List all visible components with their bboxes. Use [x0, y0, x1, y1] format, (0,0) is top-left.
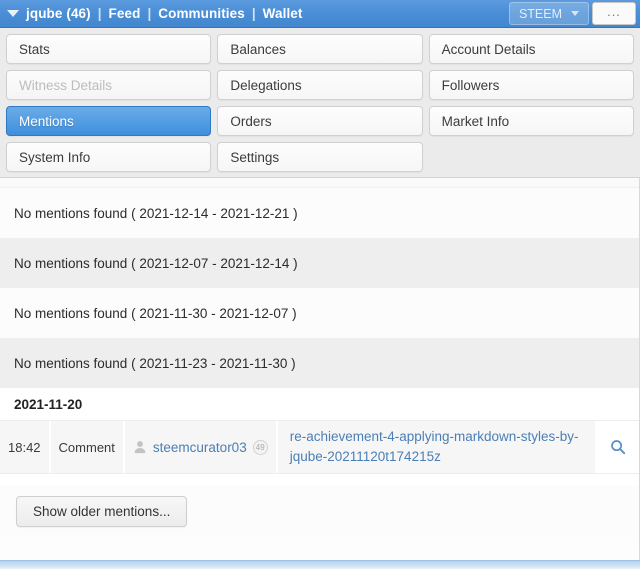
tab-stats[interactable]: Stats [6, 34, 212, 64]
nav-separator: | [97, 6, 102, 21]
tab-grid: Stats Balances Account Details Witness D… [6, 34, 634, 172]
chevron-down-icon [571, 11, 579, 16]
currency-selector-label: STEEM [518, 6, 562, 21]
mention-author-link[interactable]: steemcurator03 [153, 440, 247, 455]
tab-empty-slot [429, 142, 634, 172]
chevron-down-icon[interactable] [7, 10, 19, 17]
row-bottom-spacer [0, 474, 639, 486]
mention-type: Comment [51, 421, 125, 473]
tab-orders[interactable]: Orders [217, 106, 423, 136]
mention-search-cell[interactable] [597, 421, 639, 473]
tab-mentions[interactable]: Mentions [6, 106, 212, 136]
nav-account-link[interactable]: jqube (46) [26, 6, 91, 21]
mention-title-cell[interactable]: re-achievement-4-applying-markdown-style… [278, 421, 597, 473]
tab-witness-details: Witness Details [6, 70, 212, 100]
nav-link-feed[interactable]: Feed [109, 6, 141, 21]
tab-account-details[interactable]: Account Details [428, 34, 634, 64]
tab-settings[interactable]: Settings [217, 142, 423, 172]
navbar-right-controls: STEEM ... [508, 0, 640, 27]
top-navbar: jqube (46) | Feed | Communities | Wallet… [0, 0, 640, 28]
reputation-badge: 49 [252, 439, 268, 455]
content-filler [0, 537, 639, 560]
list-item: No mentions found ( 2021-12-07 - 2021-12… [0, 238, 639, 288]
tab-market-info[interactable]: Market Info [428, 106, 634, 136]
currency-selector-button[interactable]: STEEM [508, 2, 589, 25]
nav-separator: | [251, 6, 256, 21]
content-top-spacer [0, 178, 639, 188]
list-item: No mentions found ( 2021-11-30 - 2021-12… [0, 288, 639, 338]
list-item: No mentions found ( 2021-12-14 - 2021-12… [0, 188, 639, 238]
mention-time: 18:42 [0, 421, 51, 473]
mention-author-cell[interactable]: steemcurator03 49 [125, 421, 278, 473]
tab-panel: Stats Balances Account Details Witness D… [0, 28, 640, 178]
tab-balances[interactable]: Balances [217, 34, 423, 64]
table-row[interactable]: 18:42 Comment steemcurator03 49 re-achie… [0, 420, 639, 474]
mention-date-header: 2021-11-20 [0, 388, 639, 420]
show-older-container: Show older mentions... [0, 486, 639, 537]
mention-post-link[interactable]: re-achievement-4-applying-markdown-style… [290, 427, 585, 467]
person-icon [134, 441, 146, 454]
search-button[interactable] [605, 434, 631, 460]
tab-system-info[interactable]: System Info [6, 142, 212, 172]
list-item: No mentions found ( 2021-11-23 - 2021-11… [0, 338, 639, 388]
mentions-content: No mentions found ( 2021-12-14 - 2021-12… [0, 178, 640, 560]
show-older-mentions-button[interactable]: Show older mentions... [16, 496, 188, 527]
navbar-left-links: jqube (46) | Feed | Communities | Wallet [0, 0, 509, 27]
nav-link-communities[interactable]: Communities [158, 6, 245, 21]
tab-delegations[interactable]: Delegations [217, 70, 423, 100]
app-window: jqube (46) | Feed | Communities | Wallet… [0, 0, 640, 569]
tab-followers[interactable]: Followers [428, 70, 634, 100]
more-menu-button[interactable]: ... [592, 2, 636, 25]
status-bar [0, 560, 640, 569]
search-icon [611, 440, 626, 455]
nav-separator: | [147, 6, 152, 21]
nav-link-wallet[interactable]: Wallet [263, 6, 303, 21]
